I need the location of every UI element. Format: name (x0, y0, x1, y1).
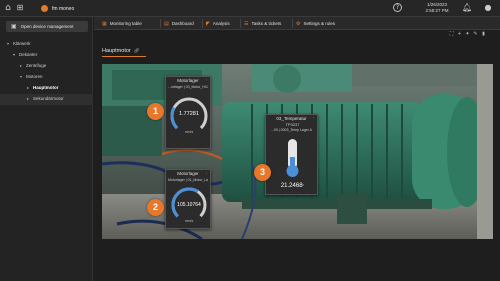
tab-label: Tasks & tickets (251, 21, 282, 26)
widget-subtitle[interactable]: ...ortlager | 03_Motor_HVZ0001 (168, 85, 208, 89)
sidebar: ▣ Open device management ▾ Klärwerk ▾ De… (0, 17, 93, 281)
thermometer-readout: 21.2468° (266, 183, 319, 189)
chart-icon: ◤ (206, 20, 210, 27)
tree-item-sekundaermotor[interactable]: ▸ Sekundärmotor (26, 94, 64, 102)
info-icon[interactable]: ⁱ (206, 78, 207, 83)
gauge-widget-motorlager-1[interactable]: Motorlager ⁱ ...ortlager | 03_Motor_HVZ0… (165, 76, 211, 149)
widget-title: Motorlager (177, 78, 199, 83)
callout-badge-1: 1 (147, 103, 164, 120)
tab-label: Dashboard (171, 21, 194, 26)
clock-time: 2:55:27 PM (425, 8, 449, 13)
gauge-widget-motorlager-2[interactable]: Motorlager ⁱ Motorlager | 01_Motor_Lager… (165, 169, 211, 229)
tree-item-label: Dekanter (19, 51, 38, 57)
help-icon[interactable]: ? (393, 3, 402, 12)
callout-badge-3: 3 (254, 164, 271, 181)
widget-title: Motorlager (177, 171, 199, 176)
table-icon: ▦ (102, 20, 107, 27)
link-icon[interactable]: 🔗︎ (134, 49, 140, 54)
delete-icon[interactable]: ▮ (481, 31, 486, 38)
brand[interactable]: fm moneo (41, 3, 74, 14)
gauge-value: 105.10764 (177, 202, 201, 208)
gauge-unit: mm/s (184, 219, 194, 223)
gauge-unit: mm/s (184, 130, 194, 134)
bullet-icon: ▸ (26, 95, 29, 101)
widget-title: 03_Temperatur (276, 116, 307, 121)
widget-subtitle[interactable]: ...03 | 0003_Temp Lager A (268, 128, 315, 132)
tree-item-label: Klärwerk (13, 40, 31, 46)
tree-item-motoren[interactable]: ▾ Motoren (19, 72, 43, 80)
tasks-icon: ☰ (244, 20, 249, 27)
chevron-down-icon[interactable]: ▾ (6, 41, 10, 46)
gauge-dial (170, 97, 208, 135)
tree-item-label: Zentrifuge (26, 62, 47, 68)
thermometer-unit: ° (302, 183, 305, 188)
tab-monitoring-table[interactable]: ▦ Monitoring table (102, 17, 142, 30)
add-icon[interactable]: + (457, 31, 462, 38)
tree-item-label: Hauptmotor (33, 84, 59, 90)
user-icon[interactable]: ● (483, 3, 493, 13)
brand-logo-icon (41, 5, 48, 12)
thermometer-widget-temperatur[interactable]: 03_Temperatur ⁱ TP3237 ...03 | 0003_Temp… (265, 114, 318, 195)
info-icon[interactable]: ⁱ (313, 116, 314, 121)
tab-divider (240, 19, 241, 28)
page-title-text: Hauptmotor (102, 48, 131, 54)
tab-divider (160, 19, 161, 28)
tree-item-klaerwerk[interactable]: ▾ Klärwerk (6, 39, 31, 47)
tab-analysis[interactable]: ◤ Analysis (206, 17, 230, 30)
tab-settings-rules[interactable]: ⚙ Settings & rules (296, 17, 335, 30)
settings-icon: ⚙ (296, 20, 301, 27)
tab-label: Settings & rules (303, 21, 335, 26)
tab-label: Analysis (212, 21, 230, 26)
tree-item-label: Motoren (26, 73, 43, 79)
brand-name: fm moneo (52, 5, 75, 12)
home-icon[interactable]: ⌂ (3, 2, 13, 14)
tab-tasks-tickets[interactable]: ☰ Tasks & tickets (244, 17, 281, 30)
fullscreen-icon[interactable]: ⛶ (449, 31, 454, 38)
tree-item-hauptmotor[interactable]: ▸ Hauptmotor (26, 83, 59, 91)
pin-icon[interactable]: ✦ (465, 31, 470, 38)
open-device-management-label: Open device management (20, 24, 74, 29)
chevron-right-icon[interactable]: ▸ (19, 63, 23, 68)
widget-tag: TP3237 (285, 122, 300, 127)
gauge-value: 1.77281 (179, 111, 199, 117)
thermometer-gauge (286, 139, 299, 177)
title-underline (102, 56, 146, 57)
clock: 1/26/2023 2:55:27 PM (420, 2, 454, 14)
dashboard-icon: ▤ (164, 20, 169, 27)
edit-icon[interactable]: ✎ (473, 31, 478, 38)
chevron-down-icon[interactable]: ▾ (12, 52, 16, 57)
open-device-management-button[interactable]: ▣ Open device management (6, 21, 88, 32)
tree-item-label: Sekundärmotor (33, 95, 64, 101)
device-icon: ▣ (11, 23, 17, 30)
tab-dashboard[interactable]: ▤ Dashboard (164, 17, 194, 30)
callout-badge-2: 2 (147, 199, 164, 216)
bell-icon[interactable]: 🔔︎ (462, 3, 472, 13)
tab-divider (202, 19, 203, 28)
thermometer-value: 21.2468 (280, 183, 303, 189)
tree-item-zentrifuge[interactable]: ▸ Zentrifuge (19, 61, 46, 69)
top-bar: ⌂ ⊞ fm moneo ? 1/26/2023 2:55:27 PM 🔔︎ ● (0, 0, 500, 17)
dashboard-toolbar: ⛶ + ✦ ✎ ▮ (449, 31, 486, 38)
tab-bar: ▦ Monitoring table ▤ Dashboard ◤ Analysi… (94, 17, 500, 30)
tab-divider (292, 19, 293, 28)
tab-label: Monitoring table (109, 21, 142, 26)
page-title: Hauptmotor 🔗︎ (102, 48, 139, 54)
info-icon[interactable]: ⁱ (206, 171, 207, 176)
sitemap-icon[interactable]: ⊞ (15, 2, 25, 14)
chevron-down-icon[interactable]: ▾ (19, 74, 23, 79)
tree-item-dekanter[interactable]: ▾ Dekanter (12, 50, 37, 58)
bullet-icon: ▸ (26, 84, 29, 90)
